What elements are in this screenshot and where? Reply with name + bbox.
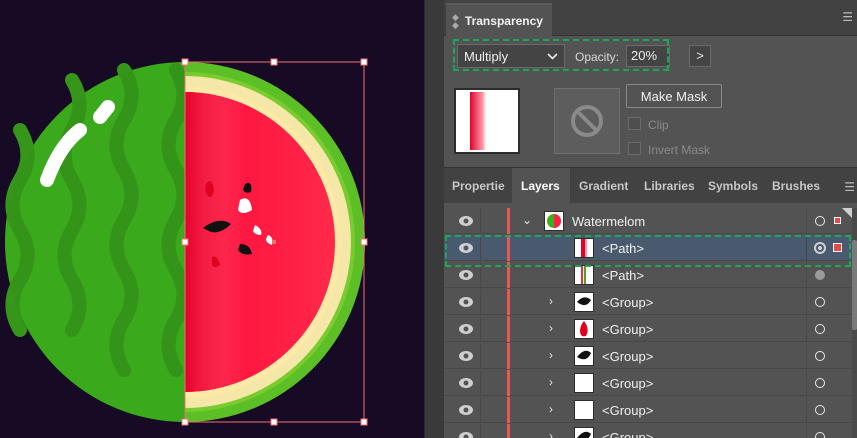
resize-handle[interactable] <box>181 58 189 66</box>
layer-color-bar <box>507 208 510 234</box>
resize-handle[interactable] <box>181 238 189 246</box>
transparency-panel-header: ◆ ◆ Transparency ☰ <box>444 0 857 36</box>
tab-transparency[interactable]: ◆ ◆ Transparency <box>446 3 552 36</box>
visibility-eye-icon[interactable] <box>458 377 474 389</box>
tab-libraries[interactable]: Libraries <box>644 168 704 204</box>
layer-name: Watermelom <box>572 214 646 229</box>
panel-menu-icon[interactable]: ☰ <box>842 10 853 24</box>
layer-name: <Group> <box>602 295 654 310</box>
visibility-eye-icon[interactable] <box>458 215 474 227</box>
layer-name: <Path> <box>602 268 644 283</box>
target-circle-icon[interactable] <box>815 297 825 307</box>
visibility-eye-icon[interactable] <box>458 269 474 281</box>
tab-gradient[interactable]: Gradient <box>579 168 639 204</box>
panel-menu-icon[interactable]: ☰ <box>844 180 855 194</box>
target-circle-icon[interactable] <box>815 324 825 334</box>
object-thumbnail[interactable] <box>454 88 520 154</box>
tab-symbols[interactable]: Symbols <box>708 168 768 204</box>
chevron-right-icon[interactable]: › <box>549 348 553 362</box>
selected-layer-highlight <box>445 235 851 267</box>
target-circle-icon[interactable] <box>815 216 825 226</box>
chevron-right-icon[interactable]: › <box>549 429 553 438</box>
layer-color-bar <box>507 370 510 396</box>
visibility-eye-icon[interactable] <box>458 350 474 362</box>
chevron-right-icon[interactable]: › <box>549 321 553 335</box>
layer-thumbnail <box>544 211 564 231</box>
resize-handle[interactable] <box>360 418 368 426</box>
chevron-right-icon[interactable]: › <box>549 294 553 308</box>
center-point <box>272 240 276 244</box>
visibility-eye-icon[interactable] <box>458 296 474 308</box>
layer-thumbnail <box>574 373 594 393</box>
layer-thumbnail <box>574 292 594 312</box>
opacity-slider-button[interactable]: > <box>689 45 711 67</box>
layer-row-group[interactable]: › <Group> <box>444 424 852 438</box>
watermelon-artwork[interactable] <box>0 0 424 438</box>
layer-row-group[interactable]: › <Group> <box>444 370 852 396</box>
artboard-canvas[interactable] <box>0 0 424 438</box>
target-circle-icon[interactable] <box>815 270 825 280</box>
visibility-eye-icon[interactable] <box>458 431 474 438</box>
resize-handle[interactable] <box>270 418 278 426</box>
target-circle-icon[interactable] <box>815 432 825 438</box>
visibility-eye-icon[interactable] <box>458 404 474 416</box>
layer-row-watermelom[interactable]: ⌄ Watermelom <box>444 208 852 234</box>
layer-name: <Group> <box>602 376 654 391</box>
tab-properties[interactable]: Propertie <box>452 168 512 204</box>
invert-mask-label: Invert Mask <box>648 143 711 157</box>
layer-thumbnail <box>574 400 594 420</box>
chevron-down-icon[interactable]: ⌄ <box>522 213 532 227</box>
layer-thumbnail <box>574 265 594 285</box>
layer-row-group[interactable]: › <Group> <box>444 316 852 342</box>
layer-name: <Group> <box>602 403 654 418</box>
right-panel-dock: ◆ ◆ Transparency ☰ Multiply Opacity: 20% … <box>444 0 857 438</box>
layer-row-group[interactable]: › <Group> <box>444 289 852 315</box>
layer-color-bar <box>507 289 510 315</box>
collapse-arrows-icon[interactable]: ◆ ◆ <box>452 12 459 29</box>
layer-name: <Group> <box>602 430 654 438</box>
panel-tab-bar: Propertie Layers Gradient Libraries Symb… <box>444 167 857 204</box>
target-circle-icon[interactable] <box>815 405 825 415</box>
layer-row-group[interactable]: › <Group> <box>444 397 852 423</box>
blend-opacity-highlight <box>453 39 669 71</box>
invert-mask-checkbox[interactable] <box>628 142 641 155</box>
visibility-eye-icon[interactable] <box>458 323 474 335</box>
clip-checkbox[interactable] <box>628 117 641 130</box>
no-mask-icon <box>571 105 603 137</box>
make-mask-button[interactable]: Make Mask <box>626 84 722 108</box>
selection-square-icon[interactable] <box>834 217 841 224</box>
layer-thumbnail <box>574 427 594 438</box>
layer-thumbnail <box>574 319 594 339</box>
panel-divider[interactable] <box>424 0 444 438</box>
resize-handle[interactable] <box>360 58 368 66</box>
chevron-right-icon[interactable]: › <box>549 402 553 416</box>
transparency-title: Transparency <box>464 13 543 28</box>
corner-triangle-icon <box>842 208 852 218</box>
layer-color-bar <box>507 343 510 369</box>
resize-handle[interactable] <box>181 418 189 426</box>
tab-brushes[interactable]: Brushes <box>772 168 832 204</box>
transparency-panel-body: Multiply Opacity: 20% > Make Mask Clip I… <box>444 36 857 164</box>
layer-color-bar <box>507 397 510 423</box>
chevron-right-icon[interactable]: › <box>549 375 553 389</box>
resize-handle[interactable] <box>270 58 278 66</box>
mask-thumbnail[interactable] <box>554 88 620 154</box>
layer-color-bar <box>507 424 510 438</box>
layer-row-group[interactable]: › <Group> <box>444 343 852 369</box>
layer-thumbnail <box>574 346 594 366</box>
resize-handle[interactable] <box>360 238 368 246</box>
layer-name: <Group> <box>602 322 654 337</box>
tab-layers[interactable]: Layers <box>512 168 570 204</box>
layer-color-bar <box>507 316 510 342</box>
target-circle-icon[interactable] <box>815 378 825 388</box>
layer-name: <Group> <box>602 349 654 364</box>
layers-scrollbar-thumb[interactable] <box>852 240 857 330</box>
target-circle-icon[interactable] <box>815 351 825 361</box>
clip-label: Clip <box>648 118 669 132</box>
